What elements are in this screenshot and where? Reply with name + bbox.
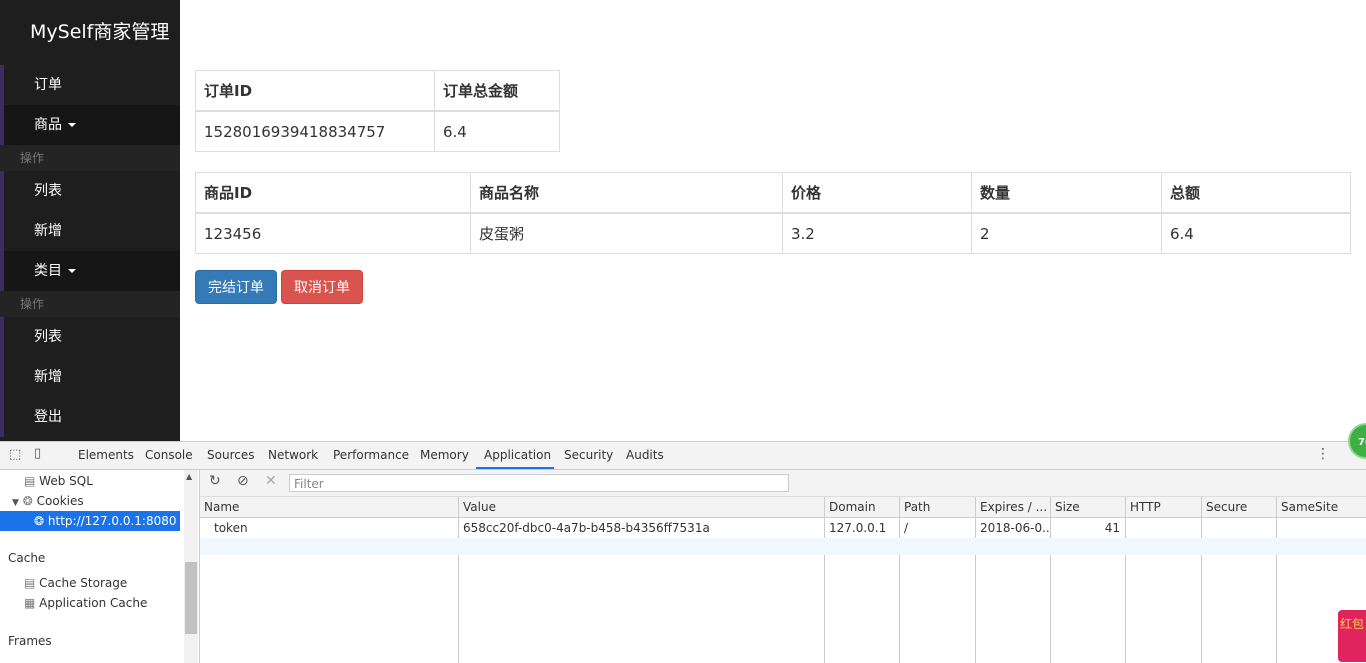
tree-item-label: Application Cache xyxy=(39,596,148,610)
cookie-size-cell: 41 xyxy=(1104,521,1120,535)
cookies-toolbar: ↻ ⊘ ✕ Filter xyxy=(200,470,1366,497)
total-header: 总额 xyxy=(1161,172,1351,214)
database-icon: ▤ xyxy=(24,474,36,488)
more-options-icon[interactable]: ⋮ xyxy=(1316,446,1330,462)
devtools-panel: ⬚ ▯ Elements Console Sources Network Per… xyxy=(0,441,1366,663)
clear-all-icon[interactable]: ⊘ xyxy=(237,473,249,489)
column-samesite[interactable]: SameSite xyxy=(1277,497,1366,517)
main-content: 订单ID 订单总金额 1528016939418834757 6.4 商品ID … xyxy=(195,70,1351,254)
sidebar-item-category-new[interactable]: 新增 xyxy=(0,357,180,397)
caret-down-icon xyxy=(68,269,76,273)
quantity-cell: 2 xyxy=(971,212,1162,254)
sidebar-item-logout[interactable]: 登出 xyxy=(0,397,180,437)
sidebar-item-orders[interactable]: 订单 xyxy=(0,65,180,105)
section-title-frames: Frames xyxy=(8,634,52,648)
column-name[interactable]: Name xyxy=(200,497,459,517)
tab-console[interactable]: Console xyxy=(145,442,193,469)
device-toolbar-icon[interactable]: ▯ xyxy=(34,446,41,461)
caret-down-icon xyxy=(68,123,76,127)
price-cell: 3.2 xyxy=(782,212,972,254)
tab-network[interactable]: Network xyxy=(268,442,318,469)
column-http[interactable]: HTTP xyxy=(1126,497,1202,517)
quantity-header: 数量 xyxy=(971,172,1162,214)
sidebar-item-category-list[interactable]: 列表 xyxy=(0,317,180,357)
product-name-cell: 皮蛋粥 xyxy=(470,212,783,254)
column-value[interactable]: Value xyxy=(459,497,825,517)
price-header: 价格 xyxy=(782,172,972,214)
tree-item-cookie-origin[interactable]: ❂ http://127.0.0.1:8080 xyxy=(0,511,180,531)
cookie-name-cell: token xyxy=(214,521,248,535)
cookies-grid-header: Name Value Domain Path Expires / ... Siz… xyxy=(200,497,1366,518)
tab-application[interactable]: Application xyxy=(476,442,554,469)
column-size[interactable]: Size xyxy=(1051,497,1126,517)
inspect-element-icon[interactable]: ⬚ xyxy=(9,447,21,462)
tree-item-cookies[interactable]: ▼ ❂ Cookies xyxy=(12,491,84,511)
tree-item-label: Web SQL xyxy=(39,474,93,488)
tab-elements[interactable]: Elements xyxy=(78,442,134,469)
tree-item-label: http://127.0.0.1:8080 xyxy=(47,514,177,528)
sidebar-item-product-new[interactable]: 新增 xyxy=(0,211,180,251)
red-packet-widget[interactable]: 红包 xyxy=(1338,610,1366,662)
table-row: 1528016939418834757 6.4 xyxy=(195,110,560,152)
product-table: 商品ID 商品名称 价格 数量 总额 123456 皮蛋粥 3.2 2 6.4 xyxy=(195,172,1351,254)
database-icon: ▤ xyxy=(24,576,36,590)
sidebar-item-label: 商品 xyxy=(34,117,62,133)
order-id-cell: 1528016939418834757 xyxy=(195,110,435,152)
sidebar-scrollbar-thumb[interactable] xyxy=(185,562,197,634)
product-name-header: 商品名称 xyxy=(470,172,783,214)
order-table: 订单ID 订单总金额 1528016939418834757 6.4 xyxy=(195,70,560,152)
empty-row xyxy=(200,538,1366,555)
column-path[interactable]: Path xyxy=(900,497,976,517)
tab-audits[interactable]: Audits xyxy=(626,442,664,469)
tree-item-web-sql[interactable]: ▤ Web SQL xyxy=(24,471,93,491)
product-id-header: 商品ID xyxy=(195,172,471,214)
product-id-cell: 123456 xyxy=(195,212,471,254)
column-expires[interactable]: Expires / ... xyxy=(976,497,1051,517)
column-secure[interactable]: Secure xyxy=(1202,497,1277,517)
total-cell: 6.4 xyxy=(1161,212,1351,254)
devtools-tabbar: ⬚ ▯ Elements Console Sources Network Per… xyxy=(0,442,1366,470)
tree-item-application-cache[interactable]: ▦ Application Cache xyxy=(24,593,147,613)
finish-order-button[interactable]: 完结订单 xyxy=(195,270,277,304)
filter-input[interactable]: Filter xyxy=(289,474,789,492)
sidebar-item-label: 类目 xyxy=(34,263,62,279)
cookie-path-cell: / xyxy=(904,521,909,535)
dropdown-header: 操作 xyxy=(0,291,180,317)
scroll-up-icon[interactable]: ▲ xyxy=(186,472,192,481)
cookie-domain-cell: 127.0.0.1 xyxy=(829,521,887,535)
application-sidebar: ▤ Web SQL ▼ ❂ Cookies ❂ http://127.0.0.1… xyxy=(0,470,200,663)
tab-sources[interactable]: Sources xyxy=(207,442,254,469)
sidebar-item-categories[interactable]: 类目 xyxy=(0,251,180,291)
order-id-header: 订单ID xyxy=(195,70,435,112)
cookie-value-cell: 658cc20f-dbc0-4a7b-b458-b4356ff7531a xyxy=(463,521,710,535)
order-amount-cell: 6.4 xyxy=(434,110,560,152)
sidebar-item-products[interactable]: 商品 xyxy=(0,105,180,145)
tab-performance[interactable]: Performance xyxy=(333,442,409,469)
delete-selected-icon[interactable]: ✕ xyxy=(265,473,277,489)
grid-icon: ▦ xyxy=(24,596,36,610)
refresh-icon[interactable]: ↻ xyxy=(209,473,221,489)
sidebar: MySelf商家管理 订单 商品 操作 列表 新增 类目 操作 列表 新增 登出 xyxy=(0,0,180,441)
tree-item-label: Cache Storage xyxy=(39,576,128,590)
tree-item-cache-storage[interactable]: ▤ Cache Storage xyxy=(24,573,127,593)
cookie-icon: ❂ xyxy=(34,514,45,528)
sidebar-item-product-list[interactable]: 列表 xyxy=(0,171,180,211)
cookies-view: ↻ ⊘ ✕ Filter Name Value Domain Path Expi… xyxy=(200,470,1366,663)
expand-arrow-icon: ▼ xyxy=(12,498,19,508)
cookie-icon: ❂ xyxy=(22,494,33,508)
cookie-expires-cell: 2018-06-0... xyxy=(980,521,1051,535)
cancel-order-button[interactable]: 取消订单 xyxy=(281,270,363,304)
dropdown-header: 操作 xyxy=(0,145,180,171)
tab-security[interactable]: Security xyxy=(564,442,613,469)
tab-memory[interactable]: Memory xyxy=(420,442,469,469)
brand-title[interactable]: MySelf商家管理 xyxy=(0,0,180,65)
cookie-row[interactable]: token 658cc20f-dbc0-4a7b-b458-b4356ff753… xyxy=(200,518,1366,538)
column-domain[interactable]: Domain xyxy=(825,497,900,517)
tree-item-label: Cookies xyxy=(36,494,84,508)
order-amount-header: 订单总金额 xyxy=(434,70,560,112)
section-title-cache: Cache xyxy=(8,551,46,565)
table-row: 123456 皮蛋粥 3.2 2 6.4 xyxy=(195,212,1351,254)
